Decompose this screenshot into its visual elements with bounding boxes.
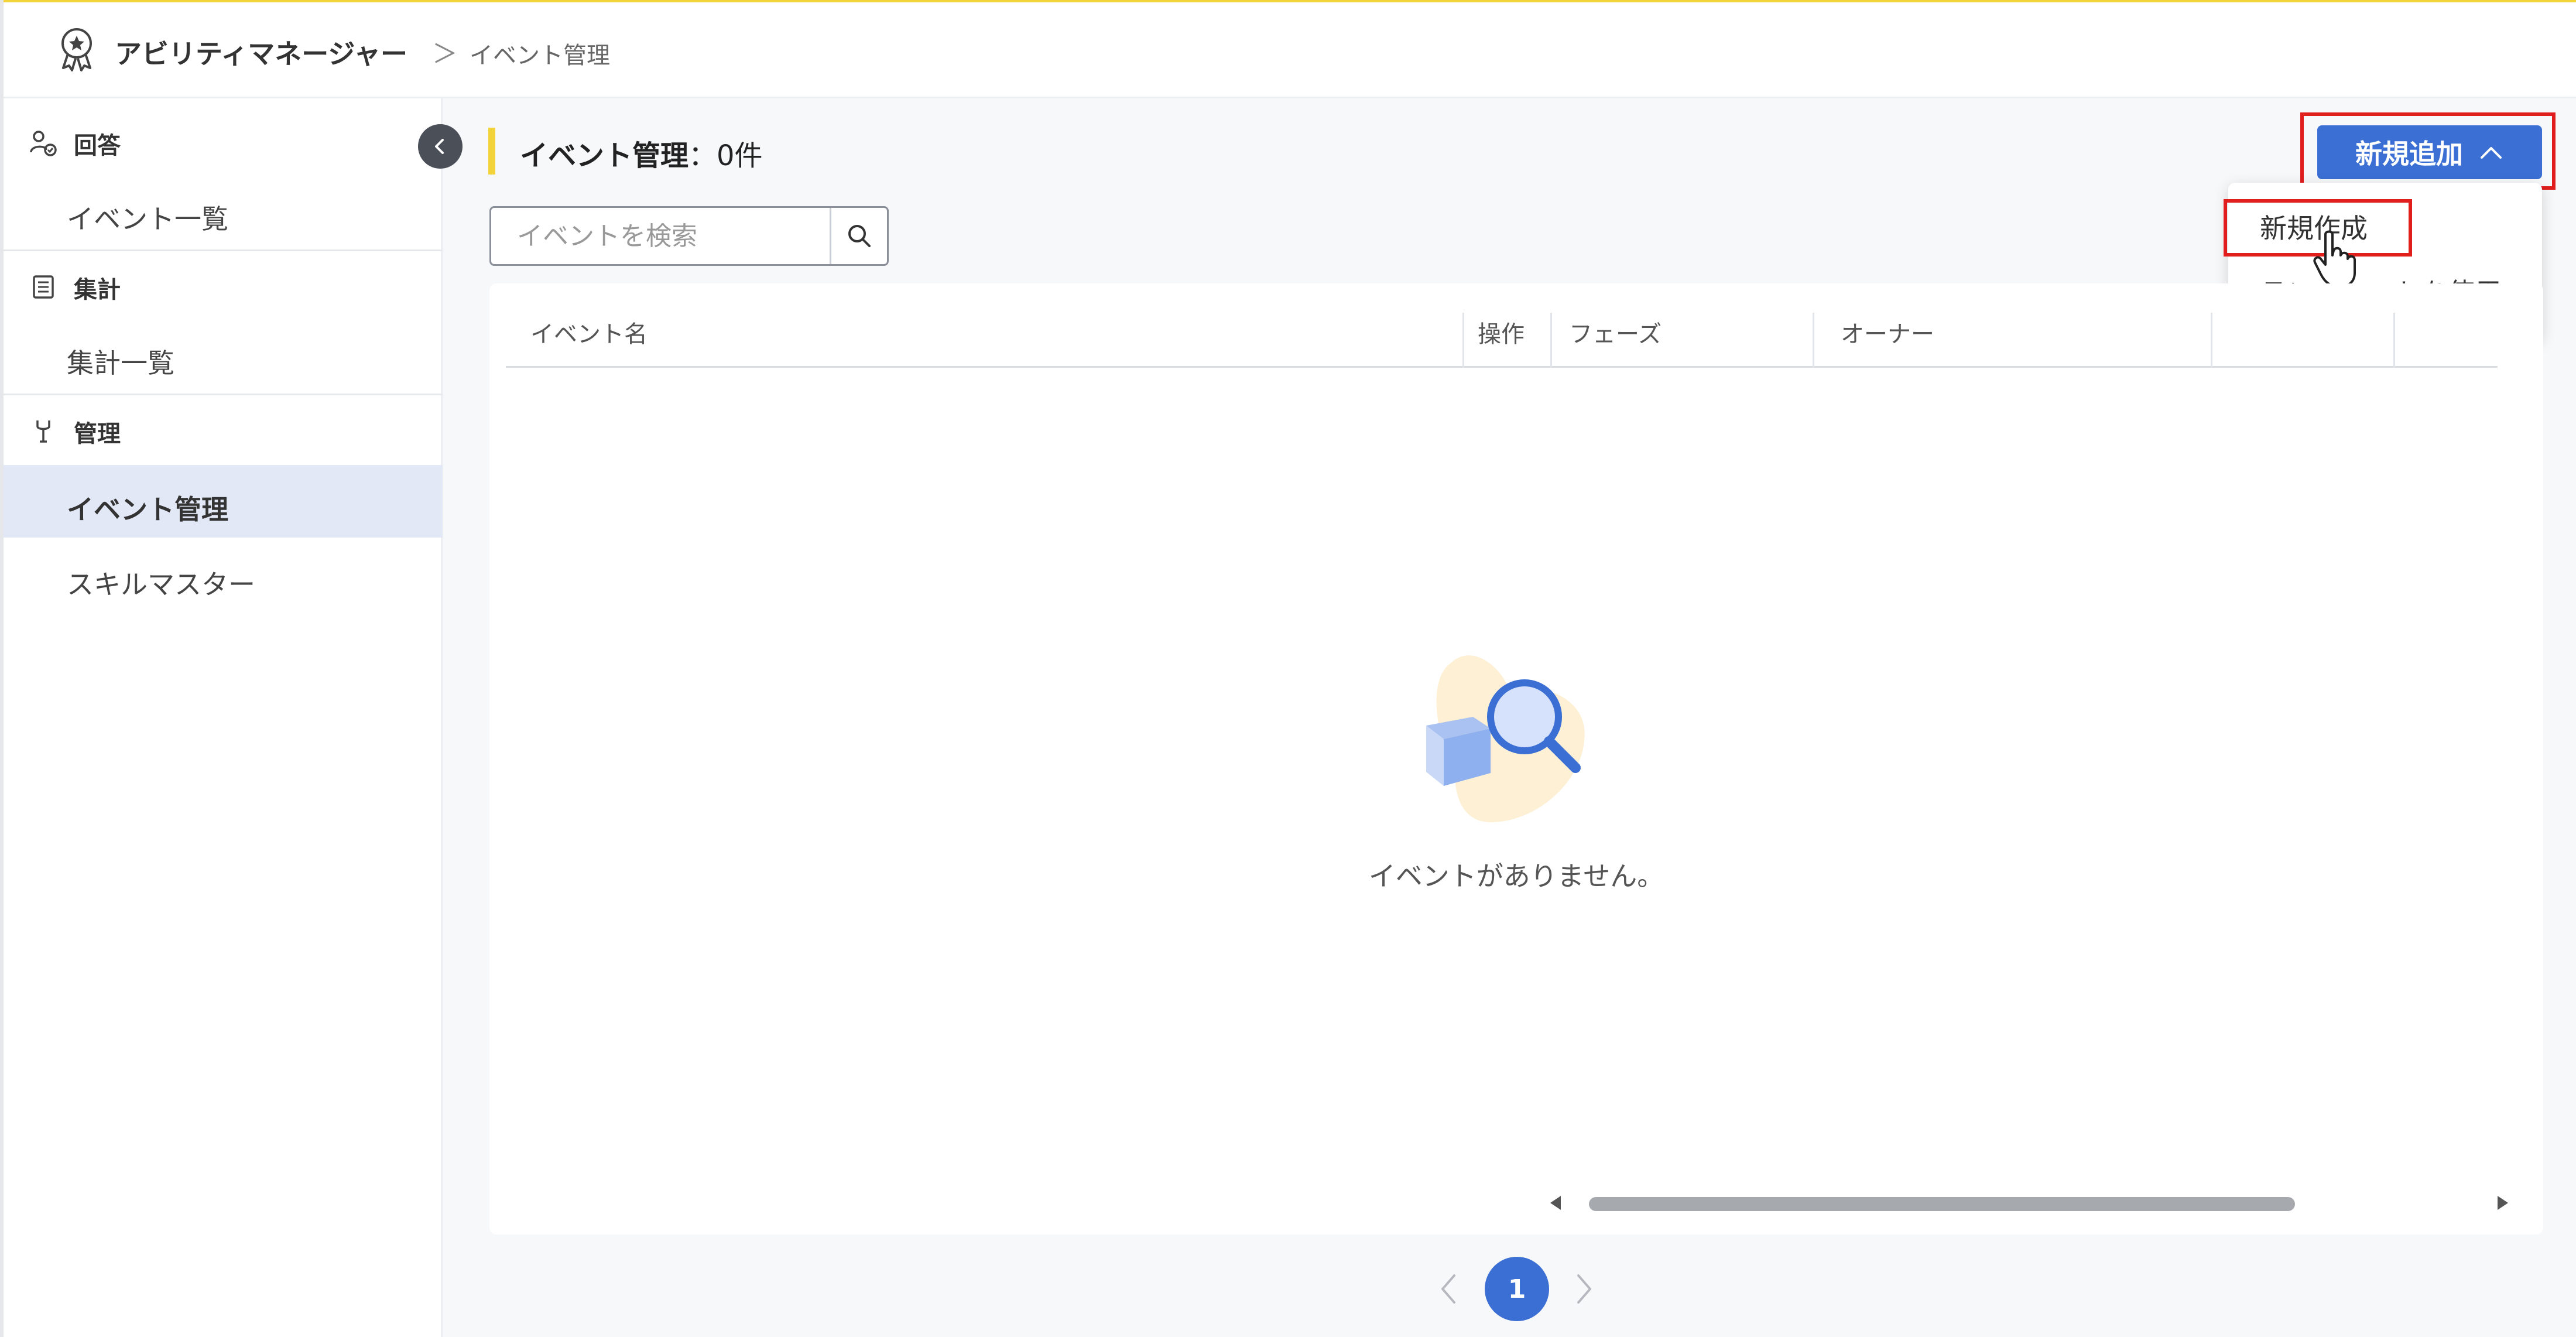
sidebar-section-label: 集計 xyxy=(74,276,121,303)
app-title[interactable]: アビリティマネージャー xyxy=(115,33,407,71)
column-header-extra-2 xyxy=(2409,298,2491,366)
sidebar-item-label: イベント一覧 xyxy=(67,203,228,235)
title-accent-bar xyxy=(488,128,495,175)
sidebar-section-label: 管理 xyxy=(74,420,121,447)
event-count: ：0件 xyxy=(688,139,763,172)
pagination-page-current[interactable]: 1 xyxy=(1485,1257,1549,1321)
table-header: イベント名 操作 フェーズ オーナー xyxy=(506,298,2498,368)
event-table-card: イベント名 操作 フェーズ オーナー イベントがありません。 xyxy=(489,283,2543,1235)
search-icon xyxy=(848,225,871,247)
column-header-extra-1 xyxy=(2227,298,2391,366)
sidebar-divider xyxy=(4,249,443,251)
column-separator xyxy=(1462,313,1464,368)
event-search-input[interactable] xyxy=(491,208,830,264)
pagination-prev-icon[interactable] xyxy=(1437,1268,1460,1309)
chevron-up-icon xyxy=(2481,147,2502,159)
sidebar-section-label: 回答 xyxy=(74,132,121,159)
column-separator xyxy=(1550,313,1552,368)
sidebar: 回答 イベント一覧 集計 集計一覧 管理 イベント管理 スキルマスター xyxy=(4,98,443,1337)
sidebar-item-event-list[interactable]: イベント一覧 xyxy=(4,175,443,247)
page-title-text: イベント管理 xyxy=(520,139,689,172)
scrollbar-thumb[interactable] xyxy=(1589,1197,2295,1211)
pagination-next-icon[interactable] xyxy=(1573,1268,1596,1309)
sidebar-section-admin: 管理 xyxy=(4,397,443,456)
hand-pointer-cursor-icon xyxy=(2313,230,2356,288)
page-title: イベント管理：0件 xyxy=(520,132,763,173)
breadcrumb-separator: ＞ xyxy=(432,39,458,69)
empty-state-message: イベントがありません。 xyxy=(1368,860,1664,892)
sidebar-section-answer: 回答 xyxy=(4,109,443,167)
empty-search-box-illustration xyxy=(1426,655,1585,822)
scroll-right-arrow-icon[interactable] xyxy=(2498,1196,2508,1210)
sidebar-divider xyxy=(4,394,443,395)
add-new-button-label: 新規追加 xyxy=(2355,138,2463,170)
sidebar-item-label: 集計一覧 xyxy=(67,347,174,379)
scroll-left-arrow-icon[interactable] xyxy=(1550,1196,1561,1210)
column-header-owner[interactable]: オーナー xyxy=(1841,298,2192,366)
column-separator xyxy=(2211,313,2212,368)
event-search-box xyxy=(489,206,889,266)
sidebar-collapse-button[interactable] xyxy=(418,124,463,169)
horizontal-scrollbar[interactable] xyxy=(1550,1190,2512,1217)
column-header-operation[interactable]: 操作 xyxy=(1478,298,1548,366)
tools-icon xyxy=(36,420,50,443)
column-separator xyxy=(1813,313,1814,368)
column-header-event-name[interactable]: イベント名 xyxy=(530,298,1455,366)
search-button[interactable] xyxy=(832,208,887,264)
sidebar-item-label: イベント管理 xyxy=(67,494,228,525)
list-document-icon xyxy=(33,275,54,299)
sidebar-section-summary: 集計 xyxy=(4,253,443,312)
user-check-icon xyxy=(30,131,57,156)
award-ribbon-star-icon xyxy=(61,28,92,71)
search-divider xyxy=(830,208,831,264)
column-header-phase[interactable]: フェーズ xyxy=(1569,298,1803,366)
sidebar-item-event-management[interactable]: イベント管理 xyxy=(4,465,443,538)
sidebar-item-skill-master[interactable]: スキルマスター xyxy=(4,540,443,613)
sidebar-item-label: スキルマスター xyxy=(67,569,255,600)
sidebar-item-summary-list[interactable]: 集計一覧 xyxy=(4,319,443,391)
breadcrumb-current: イベント管理 xyxy=(470,42,610,69)
app-header: アビリティマネージャー ＞ イベント管理 xyxy=(4,2,2576,98)
column-separator xyxy=(2393,313,2395,368)
chevron-left-icon xyxy=(435,139,444,154)
add-new-button[interactable]: 新規追加 xyxy=(2317,125,2542,179)
